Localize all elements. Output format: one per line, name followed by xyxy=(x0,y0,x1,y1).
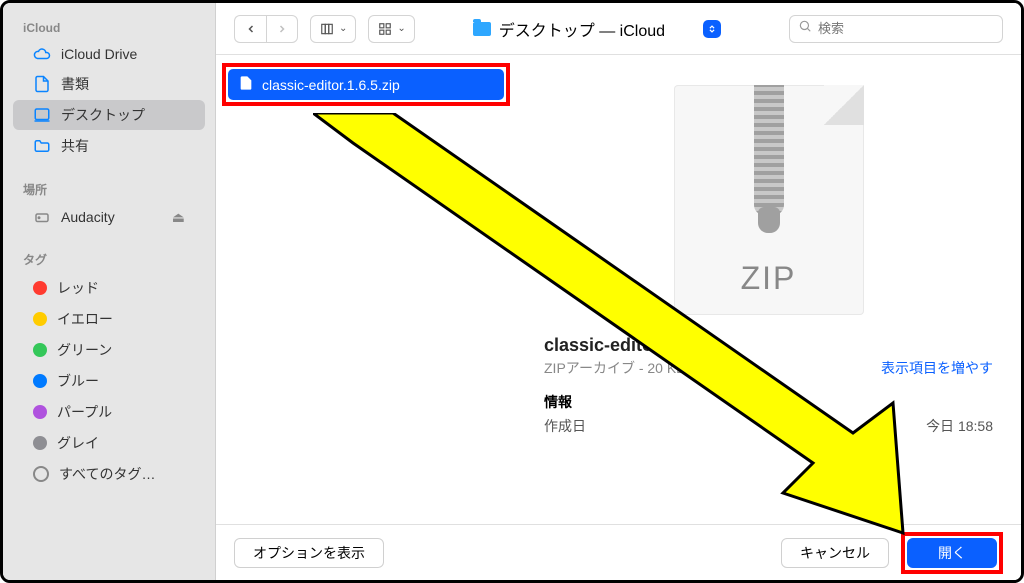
location-label: デスクトップ — iCloud xyxy=(499,17,665,41)
search-icon xyxy=(798,19,812,38)
dropdown-icon xyxy=(703,20,721,38)
search-input[interactable] xyxy=(818,21,994,36)
sidebar-section-icloud: iCloud xyxy=(3,15,215,39)
options-button[interactable]: オプションを表示 xyxy=(234,538,384,568)
sidebar-section-places: 場所 xyxy=(3,175,215,202)
open-button[interactable]: 開く xyxy=(907,538,997,568)
sidebar-item-label: 書類 xyxy=(61,74,89,94)
zip-preview-icon: ZIP xyxy=(674,85,864,315)
sidebar-item-label: Audacity xyxy=(61,209,115,225)
chevron-down-icon: ⌄ xyxy=(339,23,347,34)
file-name: classic-editor.1.6.5.zip xyxy=(262,77,400,93)
sidebar-item-desktop[interactable]: デスクトップ xyxy=(13,100,205,130)
zip-file-icon xyxy=(238,73,254,96)
tag-dot-icon xyxy=(33,343,47,357)
file-list[interactable]: classic-editor.1.6.5.zip xyxy=(216,55,516,524)
sidebar-tag-green[interactable]: グリーン xyxy=(13,335,205,365)
nav-buttons xyxy=(234,15,298,43)
sidebar-item-label: イエロー xyxy=(57,309,113,329)
footer: オプションを表示 キャンセル 開く xyxy=(216,524,1021,580)
sidebar-item-label: 共有 xyxy=(61,136,89,156)
info-heading: 情報 xyxy=(544,392,993,412)
chevron-down-icon: ⌄ xyxy=(397,23,405,34)
sidebar-item-documents[interactable]: 書類 xyxy=(13,69,205,99)
sidebar-tag-gray[interactable]: グレイ xyxy=(13,428,205,458)
sidebar-tag-blue[interactable]: ブルー xyxy=(13,366,205,396)
sidebar: iCloud iCloud Drive 書類 デスクトップ 共有 場所 Aud xyxy=(3,3,215,580)
tag-dot-icon xyxy=(33,374,47,388)
created-value: 今日 18:58 xyxy=(926,416,993,436)
sidebar-item-label: グリーン xyxy=(57,340,112,360)
show-more-link[interactable]: 表示項目を増やす xyxy=(544,358,993,378)
sidebar-section-tags: タグ xyxy=(3,245,215,272)
toolbar: ⌄ ⌄ デスクトップ — iCloud xyxy=(216,3,1021,55)
created-label: 作成日 xyxy=(544,416,586,436)
sidebar-all-tags[interactable]: すべてのタグ… xyxy=(13,459,205,489)
sidebar-tag-red[interactable]: レッド xyxy=(13,273,205,303)
zip-text: ZIP xyxy=(674,260,864,297)
sidebar-item-icloud-drive[interactable]: iCloud Drive xyxy=(13,40,205,68)
location-selector[interactable]: デスクトップ — iCloud xyxy=(467,15,727,43)
sidebar-item-label: レッド xyxy=(57,278,99,298)
sidebar-item-label: ブルー xyxy=(57,371,99,391)
tag-dot-icon xyxy=(33,312,47,326)
annotation-highlight-file: classic-editor.1.6.5.zip xyxy=(222,63,510,106)
preview-pane: ZIP classic-editor.1.6 ZIPアーカイブ - 20 KB … xyxy=(516,55,1021,524)
content-area: ⌄ ⌄ デスクトップ — iCloud class xyxy=(215,3,1021,580)
sidebar-item-label: デスクトップ xyxy=(61,105,145,125)
sidebar-item-label: すべてのタグ… xyxy=(59,464,155,484)
sidebar-tag-purple[interactable]: パープル xyxy=(13,397,205,427)
view-columns-button[interactable]: ⌄ xyxy=(310,15,356,43)
back-button[interactable] xyxy=(234,15,266,43)
eject-icon[interactable]: ⏏ xyxy=(172,209,185,226)
sidebar-item-shared[interactable]: 共有 xyxy=(13,131,205,161)
annotation-highlight-open: 開く xyxy=(901,532,1003,574)
desktop-icon xyxy=(33,106,51,124)
cloud-icon xyxy=(33,45,51,63)
all-tags-icon xyxy=(33,466,49,482)
search-field[interactable] xyxy=(789,15,1003,43)
preview-filename: classic-editor.1.6 xyxy=(544,335,993,356)
disk-icon xyxy=(33,208,51,226)
file-row[interactable]: classic-editor.1.6.5.zip xyxy=(228,69,504,100)
sidebar-item-label: パープル xyxy=(57,402,112,422)
sidebar-item-audacity[interactable]: Audacity ⏏ xyxy=(13,203,205,231)
tag-dot-icon xyxy=(33,281,47,295)
sidebar-item-label: グレイ xyxy=(57,433,99,453)
group-button[interactable]: ⌄ xyxy=(368,15,414,43)
folder-icon xyxy=(473,22,491,36)
folder-icon xyxy=(33,137,51,155)
sidebar-item-label: iCloud Drive xyxy=(61,46,137,62)
tag-dot-icon xyxy=(33,436,47,450)
sidebar-tag-yellow[interactable]: イエロー xyxy=(13,304,205,334)
cancel-button[interactable]: キャンセル xyxy=(781,538,889,568)
tag-dot-icon xyxy=(33,405,47,419)
forward-button[interactable] xyxy=(266,15,298,43)
doc-icon xyxy=(33,75,51,93)
